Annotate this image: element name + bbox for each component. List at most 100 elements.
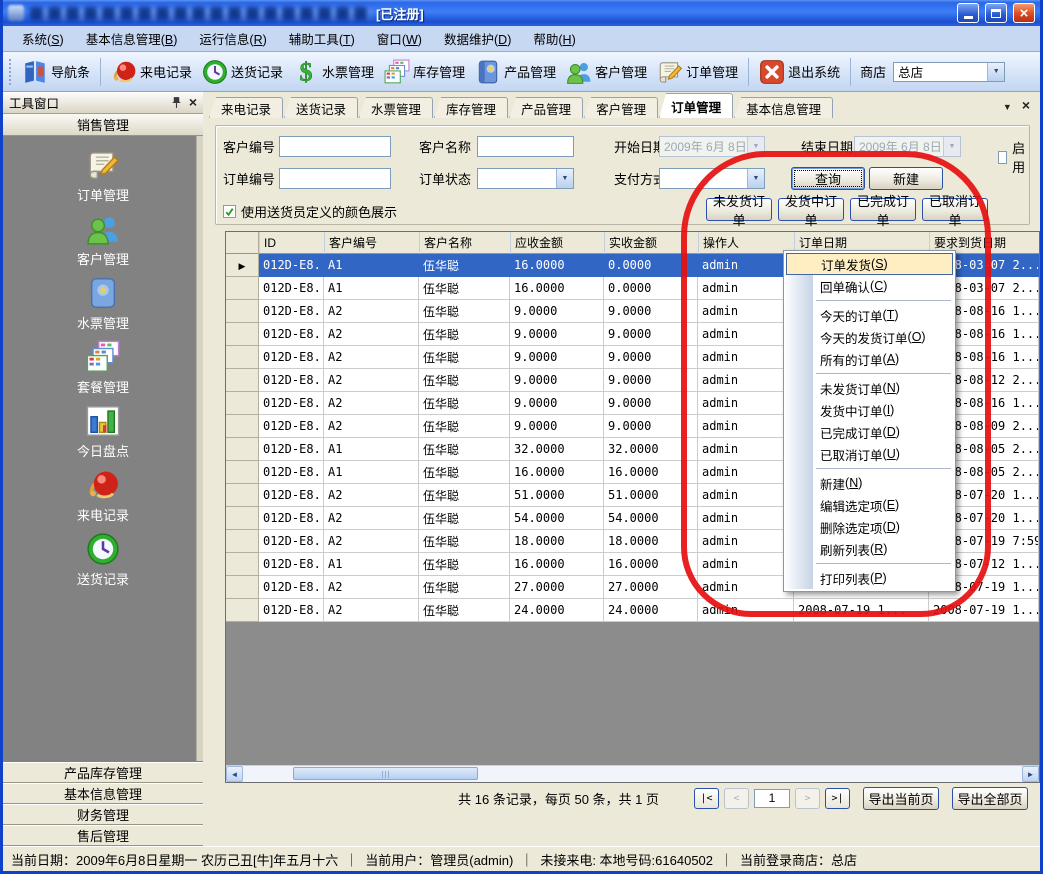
color-display-checkbox[interactable] bbox=[223, 205, 236, 218]
customer-no-input[interactable] bbox=[279, 136, 391, 157]
sidebar-group-基本信息管理[interactable]: 基本信息管理 bbox=[3, 783, 203, 804]
toolbar-button[interactable]: 送货记录 bbox=[197, 57, 288, 87]
row-selector[interactable] bbox=[226, 323, 259, 346]
scrollbar-track[interactable] bbox=[243, 766, 1022, 782]
tab-送货记录[interactable]: 送货记录 bbox=[284, 97, 358, 118]
menubar-item[interactable]: 辅助工具(T) bbox=[278, 25, 366, 52]
pin-icon[interactable] bbox=[170, 96, 183, 109]
sidebar-item-送货记录[interactable]: 送货记录 bbox=[3, 532, 203, 596]
menubar-item[interactable]: 帮助(H) bbox=[522, 25, 586, 52]
sidebar-item-订单管理[interactable]: 订单管理 bbox=[3, 148, 203, 212]
toolbar-button[interactable]: 订单管理 bbox=[652, 57, 743, 87]
context-menu-item[interactable]: 订单发货(S) bbox=[786, 253, 953, 275]
last-page-button[interactable]: >| bbox=[825, 788, 850, 809]
scroll-right-icon[interactable] bbox=[1022, 766, 1039, 782]
chevron-down-icon[interactable] bbox=[1003, 99, 1012, 113]
toolbar-button[interactable]: $水票管理 bbox=[288, 57, 379, 87]
menubar-item[interactable]: 系统(S) bbox=[11, 25, 75, 52]
row-selector[interactable] bbox=[226, 553, 259, 576]
row-selector[interactable] bbox=[226, 599, 259, 622]
toolbar-grip[interactable] bbox=[9, 59, 13, 85]
sidebar-group-产品库存管理[interactable]: 产品库存管理 bbox=[3, 762, 203, 783]
first-page-button[interactable]: |< bbox=[694, 788, 719, 809]
close-button[interactable] bbox=[1013, 3, 1035, 23]
row-selector[interactable] bbox=[226, 392, 259, 415]
row-selector[interactable] bbox=[226, 415, 259, 438]
context-menu-item[interactable]: 刷新列表(R) bbox=[786, 538, 953, 560]
row-selector[interactable] bbox=[226, 507, 259, 530]
context-menu-item[interactable]: 已完成订单(D) bbox=[786, 421, 953, 443]
row-selector[interactable] bbox=[226, 300, 259, 323]
tool-window-close-icon[interactable] bbox=[189, 95, 197, 110]
context-menu-item[interactable]: 回单确认(C) bbox=[786, 275, 953, 297]
sidebar-scrollbar[interactable] bbox=[196, 136, 203, 761]
column-header[interactable]: 客户名称 bbox=[419, 232, 510, 254]
sidebar-item-客户管理[interactable]: 客户管理 bbox=[3, 212, 203, 276]
context-menu-item[interactable]: 今天的发货订单(O) bbox=[786, 326, 953, 348]
enable-date-checkbox[interactable] bbox=[998, 151, 1007, 164]
next-page-button[interactable]: > bbox=[795, 788, 820, 809]
column-header[interactable]: ID bbox=[259, 232, 324, 254]
column-header[interactable]: 操作人 bbox=[698, 232, 794, 254]
sidebar-group-sales[interactable]: 销售管理 bbox=[3, 114, 203, 136]
tab-产品管理[interactable]: 产品管理 bbox=[509, 97, 583, 118]
tab-基本信息管理[interactable]: 基本信息管理 bbox=[734, 97, 833, 118]
context-menu-item[interactable]: 已取消订单(U) bbox=[786, 443, 953, 465]
context-menu-item[interactable]: 新建(N) bbox=[786, 472, 953, 494]
menubar-item[interactable]: 运行信息(R) bbox=[188, 25, 277, 52]
context-menu-item[interactable]: 编辑选定项(E) bbox=[786, 494, 953, 516]
sidebar-group-财务管理[interactable]: 财务管理 bbox=[3, 804, 203, 825]
sidebar-group-售后管理[interactable]: 售后管理 bbox=[3, 825, 203, 846]
row-selector[interactable] bbox=[226, 530, 259, 553]
tab-水票管理[interactable]: 水票管理 bbox=[359, 97, 433, 118]
minimize-button[interactable] bbox=[957, 3, 979, 23]
prev-page-button[interactable]: < bbox=[724, 788, 749, 809]
toolbar-button[interactable]: 退出系统 bbox=[754, 57, 845, 87]
menubar-item[interactable]: 窗口(W) bbox=[366, 25, 433, 52]
page-number-input[interactable] bbox=[754, 789, 790, 808]
sidebar-item-水票管理[interactable]: 水票管理 bbox=[3, 276, 203, 340]
status-filter-button[interactable]: 发货中订单 bbox=[778, 198, 844, 221]
order-status-select[interactable] bbox=[477, 168, 574, 189]
toolbar-button[interactable]: 产品管理 bbox=[470, 57, 561, 87]
menubar-item[interactable]: 数据维护(D) bbox=[433, 25, 522, 52]
column-header[interactable]: 应收金额 bbox=[510, 232, 604, 254]
row-selector[interactable] bbox=[226, 369, 259, 392]
customer-name-input[interactable] bbox=[477, 136, 574, 157]
toolbar-button[interactable]: 导航条 bbox=[17, 57, 95, 87]
status-filter-button[interactable]: 已完成订单 bbox=[850, 198, 916, 221]
close-tab-icon[interactable] bbox=[1022, 98, 1030, 113]
end-date-picker[interactable]: 2009年 6月 8日 bbox=[854, 136, 961, 157]
sidebar-item-来电记录[interactable]: 来电记录 bbox=[3, 468, 203, 532]
tab-库存管理[interactable]: 库存管理 bbox=[434, 97, 508, 118]
shop-select[interactable]: 总店 bbox=[893, 62, 1005, 82]
row-selector[interactable] bbox=[226, 461, 259, 484]
toolbar-button[interactable]: 客户管理 bbox=[561, 57, 652, 87]
export-current-page-button[interactable]: 导出当前页 bbox=[863, 787, 939, 810]
start-date-picker[interactable]: 2009年 6月 8日 bbox=[659, 136, 765, 157]
toolbar-button[interactable]: 库存管理 bbox=[379, 57, 470, 87]
context-menu-item[interactable]: 未发货订单(N) bbox=[786, 377, 953, 399]
order-no-input[interactable] bbox=[279, 168, 391, 189]
sidebar-item-套餐管理[interactable]: 套餐管理 bbox=[3, 340, 203, 404]
context-menu-item[interactable]: 删除选定项(D) bbox=[786, 516, 953, 538]
tab-客户管理[interactable]: 客户管理 bbox=[584, 97, 658, 118]
payment-select[interactable] bbox=[659, 168, 765, 189]
query-button[interactable]: 查询 bbox=[791, 167, 865, 190]
row-selector[interactable] bbox=[226, 254, 259, 277]
table-row[interactable]: 012D-E8...A2伍华聪24.000024.0000admin2008-0… bbox=[226, 599, 1039, 622]
export-all-button[interactable]: 导出全部页 bbox=[952, 787, 1028, 810]
context-menu-item[interactable]: 所有的订单(A) bbox=[786, 348, 953, 370]
scrollbar-thumb[interactable] bbox=[293, 767, 478, 780]
toolbar-button[interactable]: 来电记录 bbox=[106, 57, 197, 87]
status-filter-button[interactable]: 未发货订单 bbox=[706, 198, 772, 221]
context-menu-item[interactable]: 今天的订单(T) bbox=[786, 304, 953, 326]
context-menu-item[interactable]: 发货中订单(I) bbox=[786, 399, 953, 421]
new-button[interactable]: 新建 bbox=[869, 167, 943, 190]
row-selector[interactable] bbox=[226, 438, 259, 461]
column-header[interactable]: 实收金额 bbox=[604, 232, 698, 254]
sidebar-item-今日盘点[interactable]: 今日盘点 bbox=[3, 404, 203, 468]
row-selector[interactable] bbox=[226, 576, 259, 599]
tab-来电记录[interactable]: 来电记录 bbox=[209, 97, 283, 118]
scroll-left-icon[interactable] bbox=[226, 766, 243, 782]
